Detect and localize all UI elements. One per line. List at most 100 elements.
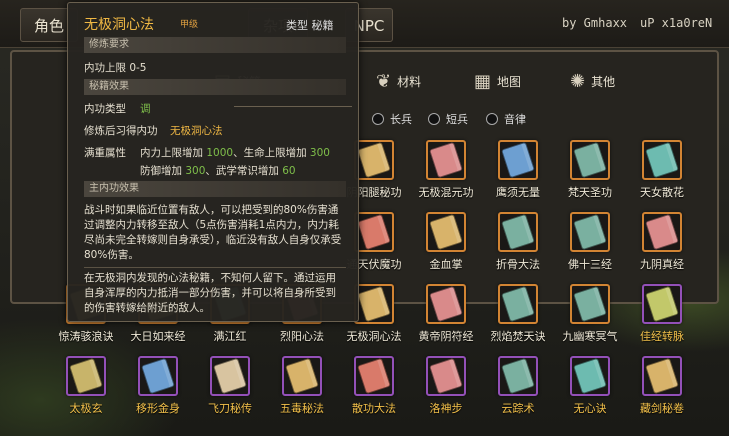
credit-author: by Gmhaxx xyxy=(562,16,628,30)
book-icon xyxy=(429,213,463,251)
book-slot xyxy=(498,284,538,324)
book-icon xyxy=(501,141,535,179)
book-item[interactable]: 藏剑秘卷 xyxy=(626,356,698,416)
tooltip-type: 类型 秘籍 xyxy=(286,19,334,32)
learn-label: 修炼后习得内功 xyxy=(84,125,158,137)
category-tab-maps[interactable]: ▦ 地图 xyxy=(474,64,521,98)
book-label: 满江红 xyxy=(213,330,247,343)
book-item[interactable]: 散功大法 xyxy=(338,356,410,416)
radio-music[interactable]: 音律 xyxy=(486,111,526,127)
book-item[interactable]: 佳经转脉 xyxy=(626,284,698,344)
attr-text: 、生命上限增加 xyxy=(233,147,310,159)
book-slot xyxy=(570,140,610,180)
divider xyxy=(234,106,352,107)
book-item[interactable]: 五毒秘法 xyxy=(266,356,338,416)
book-icon xyxy=(429,357,463,395)
learn-value: 无极洞心法 xyxy=(170,125,223,137)
book-label: 飞刀秘传 xyxy=(208,402,252,415)
book-label: 烈阳心法 xyxy=(280,330,324,343)
book-label: 佳经转脉 xyxy=(640,330,684,343)
book-item[interactable]: 飞刀秘传 xyxy=(194,356,266,416)
book-slot xyxy=(354,140,394,180)
book-item[interactable]: 无极混元功 xyxy=(410,140,482,200)
book-label: 梵天圣功 xyxy=(568,186,612,199)
book-icon xyxy=(645,285,679,323)
full-attr-line-1: 内力上限增加 1000、生命上限增加 300 xyxy=(140,145,330,160)
attr-text: 防御增加 xyxy=(140,165,186,177)
full-attr-line-2: 防御增加 300、武学常识增加 60 xyxy=(140,163,296,178)
book-label: 太极玄 xyxy=(69,402,103,415)
book-slot xyxy=(642,140,682,180)
book-item[interactable]: 鹰须无量 xyxy=(482,140,554,200)
book-item[interactable]: 折骨大法 xyxy=(482,212,554,272)
book-item[interactable]: 移形金身 xyxy=(122,356,194,416)
book-label: 云踪术 xyxy=(501,402,535,415)
book-item[interactable]: 金血掌 xyxy=(410,212,482,272)
book-item[interactable]: 佛十三经 xyxy=(554,212,626,272)
tooltip-title: 无极洞心法 xyxy=(84,17,154,33)
attr-value: 300 xyxy=(309,147,330,159)
item-tooltip: 无极洞心法 甲级 类型 秘籍 修炼要求 内功上限 0-5 秘籍效果 内功类型 调… xyxy=(67,2,359,322)
radio-short-weapon[interactable]: 短兵 xyxy=(428,111,468,127)
attr-value: 60 xyxy=(282,165,296,177)
book-slot xyxy=(138,356,178,396)
book-slot xyxy=(642,212,682,252)
book-slot xyxy=(426,356,466,396)
book-item[interactable]: 太极玄 xyxy=(50,356,122,416)
lore-text: 在无极洞内发现的心法秘籍，不知何人留下。通过运用自身浑厚的内力抵消一部分伤害，并… xyxy=(84,272,336,314)
book-icon xyxy=(573,357,607,395)
book-label: 折骨大法 xyxy=(496,258,540,271)
attr-value: 300 xyxy=(185,165,206,177)
book-icon xyxy=(213,357,247,395)
radio-long-weapon[interactable]: 长兵 xyxy=(372,111,412,127)
section-main-effect: 主内功效果 xyxy=(84,181,346,197)
book-icon xyxy=(501,285,535,323)
radio-label: 音律 xyxy=(504,113,526,126)
book-label: 大日如来经 xyxy=(130,330,186,343)
book-label: 烈焰焚天诀 xyxy=(490,330,546,343)
book-slot xyxy=(642,284,682,324)
book-item[interactable]: 无心诀 xyxy=(554,356,626,416)
book-label: 无心诀 xyxy=(573,402,607,415)
book-item[interactable]: 云踪术 xyxy=(482,356,554,416)
category-label: 材料 xyxy=(397,74,422,89)
book-slot xyxy=(570,212,610,252)
book-item[interactable]: 九幽寒冥气 xyxy=(554,284,626,344)
book-icon xyxy=(357,285,391,323)
book-item[interactable]: 黄帝阴符经 xyxy=(410,284,482,344)
book-item[interactable]: 天女散花 xyxy=(626,140,698,200)
book-slot xyxy=(210,356,250,396)
book-label: 藏剑秘卷 xyxy=(640,402,684,415)
book-icon xyxy=(645,357,679,395)
tooltip-grade: 甲级 xyxy=(180,20,199,30)
book-icon xyxy=(501,357,535,395)
full-label: 满重属性 xyxy=(84,147,126,159)
book-label: 九幽寒冥气 xyxy=(562,330,618,343)
book-label: 无极混元功 xyxy=(418,186,474,199)
book-icon xyxy=(285,357,319,395)
book-slot xyxy=(498,212,538,252)
map-icon: ▦ xyxy=(474,70,492,92)
book-label: 移形金身 xyxy=(136,402,180,415)
category-label: 地图 xyxy=(497,74,522,89)
book-slot xyxy=(354,284,394,324)
book-slot xyxy=(66,356,106,396)
attr-text: 、武学常识增加 xyxy=(205,165,283,177)
book-label: 黄帝阴符经 xyxy=(418,330,474,343)
category-tab-other[interactable]: ✺ 其他 xyxy=(570,64,615,98)
book-slot xyxy=(354,356,394,396)
radio-circle xyxy=(486,113,498,125)
require-line: 内功上限 0-5 xyxy=(84,62,147,74)
book-icon xyxy=(645,141,679,179)
book-item[interactable]: 梵天圣功 xyxy=(554,140,626,200)
radio-label: 短兵 xyxy=(446,113,468,126)
book-item[interactable]: 九阴真经 xyxy=(626,212,698,272)
category-tab-materials[interactable]: ❦ 材料 xyxy=(376,64,421,98)
book-label: 洛神步 xyxy=(429,402,463,415)
book-item[interactable]: 烈焰焚天诀 xyxy=(482,284,554,344)
book-slot xyxy=(426,284,466,324)
book-label: 佛十三经 xyxy=(568,258,612,271)
section-effect: 秘籍效果 xyxy=(84,79,346,95)
book-item[interactable]: 洛神步 xyxy=(410,356,482,416)
book-label: 惊涛骇浪诀 xyxy=(58,330,114,343)
